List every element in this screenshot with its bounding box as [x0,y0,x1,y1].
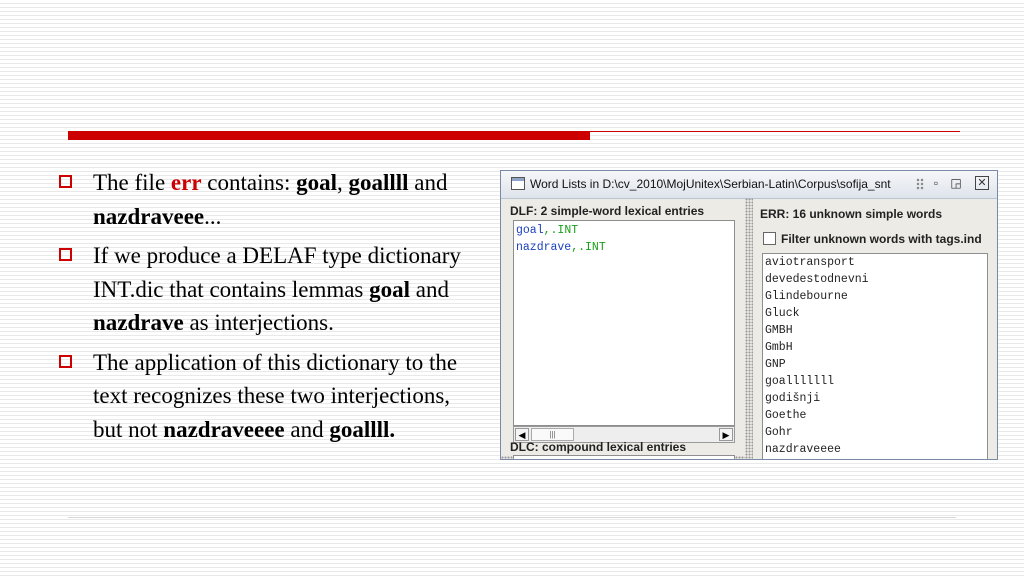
filter-label: Filter unknown words with tags.ind [781,232,982,246]
bullet-square-icon [59,175,72,188]
list-item[interactable]: Gohr [765,424,987,441]
dlc-list[interactable] [513,455,735,459]
list-item[interactable]: Goethe [765,407,987,424]
list-item[interactable]: nazdraveeee [765,441,987,458]
list-item[interactable]: GmbH [765,339,987,356]
window-icon [511,177,525,190]
title-accent-bar [68,131,590,140]
bullet-item: The file err contains: goal, goallll and… [58,166,478,233]
bullet-item: The application of this dictionary to th… [58,346,478,447]
word-lists-window: Word Lists in D:\cv_2010\MojUnitex\Serbi… [500,170,998,460]
maximize-icon[interactable]: ◲ [949,176,963,190]
filter-checkbox[interactable] [763,232,776,245]
vertical-split-divider[interactable] [745,198,753,459]
unknown-words-list[interactable]: aviotransport devedestodnevni Glindebour… [762,253,988,459]
scroll-right-icon[interactable]: ▶ [719,428,733,441]
list-item[interactable]: Glindebourne [765,288,987,305]
window-titlebar[interactable]: Word Lists in D:\cv_2010\MojUnitex\Serbi… [501,171,997,199]
list-item[interactable]: goal,.INT [516,222,732,239]
list-item[interactable]: godišnji [765,390,987,407]
title-rule [590,131,960,132]
dlc-label: DLC: compound lexical entries [510,440,687,454]
list-item[interactable]: devedestodnevni [765,271,987,288]
list-item[interactable]: GNP [765,356,987,373]
bullet-list: The file err contains: goal, goallll and… [58,166,478,452]
footer-rule [68,517,956,518]
err-label: ERR: 16 unknown simple words [760,207,943,221]
dlf-list[interactable]: goal,.INT nazdrave,.INT [513,220,735,426]
list-item[interactable]: GMBH [765,322,987,339]
close-icon[interactable]: ✕ [975,176,989,190]
err-panel: ERR: 16 unknown simple words Filter unkn… [753,198,997,459]
bullet-square-icon [59,248,72,261]
list-item[interactable]: Gluck [765,305,987,322]
list-item[interactable]: aviotransport [765,254,987,271]
dlf-panel: DLF: 2 simple-word lexical entries goal,… [501,198,745,459]
bullet-item: If we produce a DELAF type dictionary IN… [58,239,478,340]
list-item[interactable]: nazdrave,.INT [516,239,732,256]
minimize-icon[interactable]: ▫ [929,176,943,190]
window-title: Word Lists in D:\cv_2010\MojUnitex\Serbi… [530,177,891,191]
list-item[interactable]: goalllllll [765,373,987,390]
dlf-label: DLF: 2 simple-word lexical entries [510,204,705,218]
bullet-square-icon [59,354,72,368]
drag-grip-icon[interactable] [916,178,924,190]
